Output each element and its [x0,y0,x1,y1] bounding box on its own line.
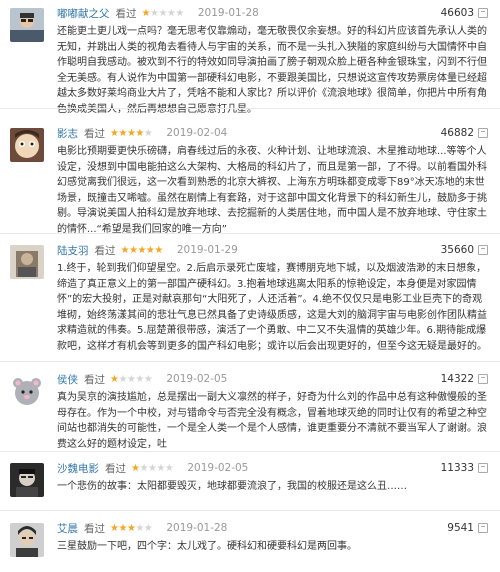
divider [0,361,500,362]
star-icon: ★ [143,522,153,534]
review-meta: 陆支羽 看过 ★★★★★ 2019-01-29 [57,241,238,259]
star-icon: ★ [154,244,163,256]
avatar[interactable] [10,374,44,408]
star-icon: ★ [139,462,148,474]
review-text: 电影比预期要更快乐磅礴，肩春线过后的永夜、火种计划、让地球流浪、木星推动地球..… [57,146,487,235]
review-item: 艾晨 看过 ★★★★★ 2019-01-28 9541 三星鼓励一下吧，四个字：… [0,515,500,570]
username-link[interactable]: 沙魏电影 [57,461,99,476]
review-meta: 影志 看过 ★★★★★ 2019-02-04 [57,124,227,142]
star-icon: ★ [175,7,184,19]
useful-count: 35660 [440,244,474,256]
avatar[interactable] [10,245,44,279]
rating-stars: ★★★★★ [110,127,153,139]
star-icon: ★ [118,522,127,534]
review-text: 真为吴京的演技尴尬，总是摆出一副大义凛然的样子，好奇为什么刘的作品中总有这种傲慢… [57,392,487,450]
username-link[interactable]: 影志 [57,126,78,141]
watched-label: 看过 [94,244,116,257]
rating-stars: ★★★★★ [131,462,174,474]
thumb-up-icon[interactable] [478,8,488,18]
watched-label: 看过 [84,522,105,535]
divider [0,233,500,234]
review-item: 陆支羽 看过 ★★★★★ 2019-01-29 35660 1.终于，轮到我们仰… [0,237,500,362]
useful-count: 11333 [440,462,474,474]
avatar[interactable] [10,463,44,497]
username-link[interactable]: 侯侠 [57,372,78,387]
avatar[interactable] [10,523,44,557]
username-link[interactable]: 艾晨 [57,521,78,536]
review-date: 2019-01-29 [176,244,238,256]
useful-votes[interactable]: 11333 [441,459,488,477]
review-text: 还能更土更儿戏一点吗？毫无思考仅靠煽动，毫无敬畏仅余妄想。好的科幻片应该首先承认… [57,26,487,115]
divider [0,451,500,452]
thumb-up-icon[interactable] [478,374,488,384]
divider [0,510,500,511]
useful-votes[interactable]: 35660 [441,241,488,259]
username-link[interactable]: 陆支羽 [57,243,89,258]
star-icon: ★ [135,127,144,139]
watched-label: 看过 [84,127,105,140]
review-item: 嘟嘟献之父 看过 ★★★★★ 2019-01-28 46603 还能更土更儿戏一… [0,0,500,115]
review-meta: 侯侠 看过 ★★★★★ 2019-02-05 [57,370,227,388]
thumb-up-icon[interactable] [478,463,488,473]
watched-label: 看过 [84,373,105,386]
review-date: 2019-02-04 [166,127,228,139]
useful-votes[interactable]: 46603 [441,4,488,22]
star-icon: ★ [143,373,153,385]
star-icon: ★ [141,7,151,19]
star-icon: ★ [118,127,127,139]
rating-stars: ★★★★★ [110,373,153,385]
divider [0,108,500,109]
useful-votes[interactable]: 9541 [447,519,488,537]
star-icon: ★ [143,127,153,139]
watched-label: 看过 [115,7,137,20]
star-icon: ★ [158,7,167,19]
useful-votes[interactable]: 46882 [441,124,488,142]
rating-stars: ★★★★★ [141,7,185,19]
star-icon: ★ [156,462,165,474]
review-text: 一个悲伤的故事：太阳都要毁灭，地球都要流浪了，我国的校服还是这么丑…… [57,481,407,492]
watched-label: 看过 [105,462,126,475]
star-icon: ★ [164,462,174,474]
useful-count: 14322 [440,373,474,385]
review-item: 侯侠 看过 ★★★★★ 2019-02-05 14322 真为吴京的演技尴尬，总… [0,366,500,450]
review-list: 嘟嘟献之父 看过 ★★★★★ 2019-01-28 46603 还能更土更儿戏一… [0,0,500,572]
rating-stars: ★★★★★ [120,244,164,256]
review-text: 1.终于，轮到我们仰望星空。2.后启示录死亡废墟，赛博朋克地下城，以及烟波浩渺的… [57,263,487,352]
star-icon: ★ [135,522,144,534]
avatar[interactable] [10,8,44,42]
useful-count: 9541 [447,522,474,534]
useful-count: 46603 [440,7,474,19]
star-icon: ★ [118,373,127,385]
review-meta: 沙魏电影 看过 ★★★★★ 2019-02-05 [57,459,248,477]
thumb-up-icon[interactable] [478,245,488,255]
review-item: 影志 看过 ★★★★★ 2019-02-04 46882 电影比预期要更快乐磅礴… [0,120,500,235]
review-meta: 艾晨 看过 ★★★★★ 2019-01-28 [57,519,227,537]
rating-stars: ★★★★★ [110,522,153,534]
review-text: 三星鼓励一下吧，四个字：太儿戏了。硬科幻和硬要科幻是两回事。 [57,541,357,552]
thumb-up-icon[interactable] [478,523,488,533]
review-date: 2019-02-05 [166,373,228,385]
useful-votes[interactable]: 14322 [441,370,488,388]
star-icon: ★ [137,244,146,256]
avatar[interactable] [10,128,44,162]
review-date: 2019-01-28 [166,522,228,534]
thumb-up-icon[interactable] [478,128,488,138]
review-meta: 嘟嘟献之父 看过 ★★★★★ 2019-01-28 [57,4,259,22]
username-link[interactable]: 嘟嘟献之父 [57,6,110,21]
star-icon: ★ [135,373,144,385]
review-item: 沙魏电影 看过 ★★★★★ 2019-02-05 11333 一个悲伤的故事：太… [0,455,500,510]
review-date: 2019-02-05 [187,462,249,474]
review-date: 2019-01-28 [197,7,259,19]
useful-count: 46882 [440,127,474,139]
star-icon: ★ [120,244,130,256]
